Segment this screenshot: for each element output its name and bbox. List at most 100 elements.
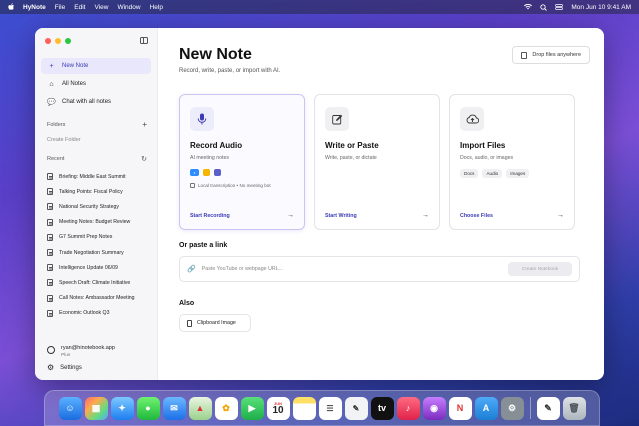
local-transcription-label: Local transcription • No meeting bot — [198, 183, 271, 188]
start-recording-button[interactable]: Start Recording → — [190, 212, 294, 219]
apple-icon[interactable] — [8, 3, 15, 11]
list-item[interactable]: Talking Points: Fiscal Policy — [41, 184, 151, 199]
folders-label: Folders — [47, 121, 66, 128]
paste-link-field[interactable]: 🔗 Paste YouTube or webpage URL... Create… — [179, 256, 580, 282]
apple-tv-icon[interactable]: tv — [370, 396, 394, 420]
record-audio-card[interactable]: Record Audio AI meeting notes z Local tr… — [179, 94, 305, 230]
lock-icon — [190, 183, 195, 188]
account-menu[interactable]: ryan@hinotebook.app Plus — [41, 345, 115, 358]
recent-item-label: Economic Outlook Q3 — [59, 310, 110, 317]
file-icon — [521, 51, 528, 59]
photos-icon[interactable]: ✿ — [214, 396, 238, 420]
add-folder-icon[interactable]: + — [142, 120, 147, 129]
document-icon — [47, 173, 53, 181]
import-files-title: Import Files — [460, 141, 506, 150]
recent-item-label: Talking Points: Fiscal Policy — [59, 188, 123, 195]
safari-icon[interactable]: ✦ — [110, 396, 134, 420]
chip-docs: Docs — [460, 169, 479, 178]
create-folder-link[interactable]: Create Folder — [47, 137, 151, 143]
menu-edit[interactable]: Edit — [74, 4, 85, 11]
trash-icon[interactable]: 🗑 — [562, 396, 586, 420]
sidebar-item-chat[interactable]: 💬 Chat with all notes — [41, 94, 151, 110]
recent-header: Recent ↻ — [47, 155, 147, 163]
list-item[interactable]: National Security Strategy — [41, 199, 151, 214]
list-item[interactable]: Trade Negotiation Summary — [41, 245, 151, 260]
list-item[interactable]: Call Notes: Ambassador Meeting — [41, 291, 151, 306]
menu-file[interactable]: File — [55, 4, 65, 11]
podcasts-icon[interactable]: ◉ — [422, 396, 446, 420]
preview-icon[interactable]: ✎ — [536, 396, 560, 420]
app-store-icon[interactable]: A — [474, 396, 498, 420]
google-meet-icon — [203, 169, 210, 176]
close-window-button[interactable] — [45, 38, 51, 44]
choose-files-label: Choose Files — [460, 212, 493, 219]
document-icon — [47, 279, 53, 287]
refresh-icon[interactable]: ↻ — [141, 155, 147, 163]
drop-files-button[interactable]: Drop files anywhere — [512, 46, 590, 64]
search-icon[interactable] — [540, 3, 548, 11]
music-icon[interactable]: ♪ — [396, 396, 420, 420]
list-item[interactable]: Intelligence Update 06/09 — [41, 260, 151, 275]
recent-item-label: Meeting Notes: Budget Review — [59, 219, 131, 226]
recent-item-label: Intelligence Update 06/09 — [59, 264, 118, 271]
write-or-paste-card[interactable]: Write or Paste Write, paste, or dictate … — [314, 94, 440, 230]
list-item[interactable]: Briefing: Middle East Summit — [41, 169, 151, 184]
new-note-options: Record Audio AI meeting notes z Local tr… — [179, 94, 580, 230]
link-icon: 🔗 — [187, 266, 196, 273]
launchpad-icon[interactable]: ▦ — [84, 396, 108, 420]
menu-bar: HyNote File Edit View Window Help Mon Ju… — [0, 0, 639, 14]
import-files-card[interactable]: Import Files Docs, audio, or images Docs… — [449, 94, 575, 230]
menu-clock[interactable]: Mon Jun 10 9:41 AM — [571, 4, 631, 11]
minimize-window-button[interactable] — [55, 38, 61, 44]
notes-icon[interactable] — [292, 396, 316, 420]
page-subtitle: Record, write, paste, or import with AI. — [179, 68, 281, 74]
reminders-icon[interactable]: ☰ — [318, 396, 342, 420]
teams-icon — [214, 169, 221, 176]
menu-help[interactable]: Help — [150, 4, 163, 11]
recent-list: Briefing: Middle East Summit Talking Poi… — [41, 169, 151, 321]
sidebar-item-all-notes[interactable]: ⌂ All Notes — [41, 76, 151, 92]
sidebar: + New Note ⌂ All Notes 💬 Chat with all n… — [35, 28, 158, 380]
document-icon — [47, 309, 53, 317]
start-writing-button[interactable]: Start Writing → — [325, 212, 429, 219]
url-input[interactable]: Paste YouTube or webpage URL... — [202, 266, 508, 272]
list-item[interactable]: Speech Draft: Climate Initiative — [41, 275, 151, 290]
plus-icon: + — [49, 62, 54, 70]
list-item[interactable]: Meeting Notes: Budget Review — [41, 215, 151, 230]
create-notebook-button[interactable]: Create Notebook — [508, 262, 572, 276]
freeform-icon[interactable]: ✎ — [344, 396, 368, 420]
write-or-paste-title: Write or Paste — [325, 141, 379, 150]
dock-separator — [529, 397, 531, 419]
menu-view[interactable]: View — [94, 4, 108, 11]
system-settings-icon[interactable]: ⚙ — [500, 396, 524, 420]
app-window: + New Note ⌂ All Notes 💬 Chat with all n… — [35, 28, 604, 380]
mail-icon[interactable]: ✉ — [162, 396, 186, 420]
sidebar-toggle-icon[interactable] — [140, 37, 148, 44]
dock: ☺ ▦ ✦ ● ✉ ▲ ✿ ▶ JUN 10 ☰ ✎ tv ♪ ◉ N A ⚙ … — [44, 390, 600, 426]
menu-app-name[interactable]: HyNote — [23, 4, 46, 11]
document-icon — [47, 218, 53, 226]
also-heading: Also — [179, 300, 195, 307]
edit-icon — [325, 107, 349, 131]
wifi-icon[interactable] — [524, 4, 533, 10]
maps-icon[interactable]: ▲ — [188, 396, 212, 420]
messages-icon[interactable]: ● — [136, 396, 160, 420]
menu-window[interactable]: Window — [117, 4, 140, 11]
calendar-icon[interactable]: JUN 10 — [266, 396, 290, 420]
settings-button[interactable]: ⚙ Settings — [41, 363, 82, 372]
news-icon[interactable]: N — [448, 396, 472, 420]
finder-icon[interactable]: ☺ — [58, 396, 82, 420]
facetime-icon[interactable]: ▶ — [240, 396, 264, 420]
sidebar-item-label: New Note — [62, 63, 89, 69]
recent-item-label: Briefing: Middle East Summit — [59, 173, 126, 180]
list-item[interactable]: G7 Summit Prep Notes — [41, 230, 151, 245]
sidebar-item-new-note[interactable]: + New Note — [41, 58, 151, 74]
local-transcription-note: Local transcription • No meeting bot — [190, 183, 294, 188]
zoom-window-button[interactable] — [65, 38, 71, 44]
document-icon — [47, 264, 53, 272]
clipboard-image-button[interactable]: Clipboard Image — [179, 314, 251, 332]
choose-files-button[interactable]: Choose Files → — [460, 212, 564, 219]
chip-audio: Audio — [482, 169, 503, 178]
control-center-icon[interactable] — [555, 4, 564, 10]
list-item[interactable]: Economic Outlook Q3 — [41, 306, 151, 321]
